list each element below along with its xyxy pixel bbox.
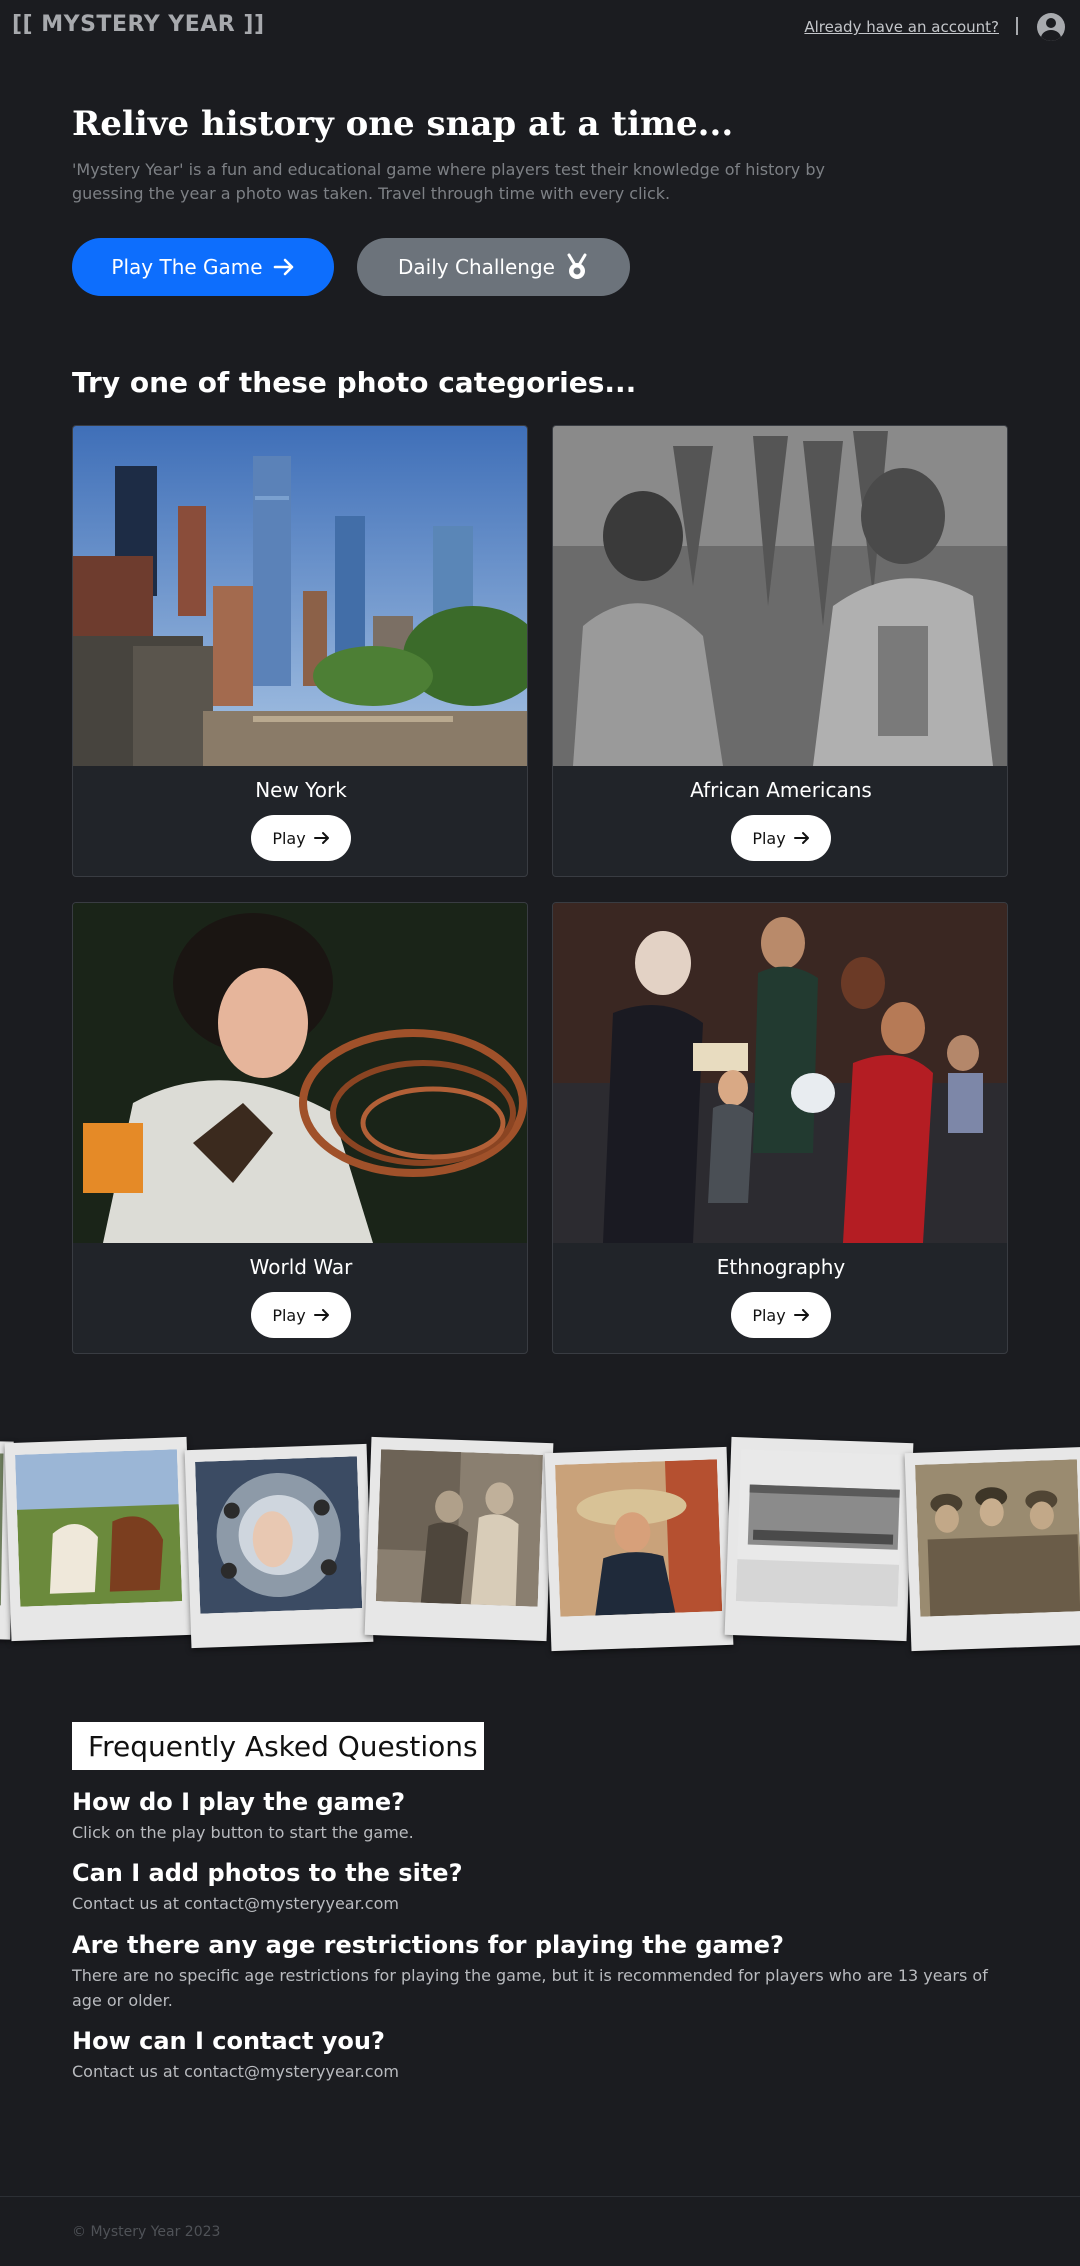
footer-copyright: © Mystery Year 2023 <box>72 2224 221 2240</box>
medal-icon <box>567 253 587 279</box>
faq-answer: Contact us at contact@mysteryyear.com <box>72 2062 399 2081</box>
arrow-right-icon <box>793 832 809 844</box>
faq-answer: Click on the play button to start the ga… <box>72 1823 414 1842</box>
category-card-african-americans[interactable]: African Americans Play <box>552 425 1008 877</box>
header-divider <box>1016 17 1018 35</box>
category-card-new-york[interactable]: New York Play <box>72 425 528 877</box>
page: [[ MYSTERY YEAR ]] Already have an accou… <box>0 0 1080 2266</box>
play-button[interactable]: Play <box>251 1292 351 1338</box>
play-button[interactable]: Play <box>731 815 831 861</box>
daily-challenge-label: Daily Challenge <box>398 255 555 279</box>
engine-photo <box>195 1456 363 1614</box>
faq-question: How do I play the game? <box>72 1788 406 1816</box>
play-game-button[interactable]: Play The Game <box>72 238 334 296</box>
african-americans-image[interactable] <box>553 426 1007 766</box>
horses-photo <box>15 1449 183 1607</box>
play-label: Play <box>752 1305 786 1325</box>
play-button[interactable]: Play <box>731 1292 831 1338</box>
category-name: African Americans <box>690 778 872 802</box>
main-street-photo <box>735 1449 903 1607</box>
category-name: World War <box>249 1255 353 1279</box>
category-name: Ethnography <box>716 1255 846 1279</box>
hero-title: Relive history one snap at a time... <box>72 104 734 144</box>
user-circle-icon[interactable] <box>1037 13 1065 41</box>
footer-divider <box>0 2196 1080 2197</box>
arrow-right-icon <box>313 1309 329 1321</box>
polaroid-photo <box>364 1436 554 1642</box>
faq-answer: Contact us at contact@mysteryyear.com <box>72 1894 399 1913</box>
polaroid-photo <box>4 1436 194 1642</box>
street-people-photo <box>375 1449 543 1607</box>
login-link[interactable]: Already have an account? <box>804 18 999 36</box>
polaroid-photo <box>724 1436 914 1642</box>
faq-question: Can I add photos to the site? <box>72 1859 463 1887</box>
polaroid-photo <box>184 1443 374 1649</box>
faq-title-text: Frequently Asked Questions <box>88 1729 478 1763</box>
play-game-label: Play The Game <box>111 255 263 279</box>
play-label: Play <box>752 828 786 848</box>
faq-title: Frequently Asked Questions <box>72 1722 484 1770</box>
play-button[interactable]: Play <box>251 815 351 861</box>
play-label: Play <box>272 828 306 848</box>
category-name: New York <box>255 778 347 802</box>
play-label: Play <box>272 1305 306 1325</box>
arrow-right-icon <box>273 258 293 276</box>
faq-question: How can I contact you? <box>72 2027 385 2055</box>
polaroid-photo <box>544 1446 734 1652</box>
category-card-ethnography[interactable]: Ethnography Play <box>552 902 1008 1354</box>
ethnography-image[interactable] <box>553 903 1007 1243</box>
boys-group-photo <box>915 1459 1080 1617</box>
polaroid-photo <box>904 1446 1080 1652</box>
new-york-image[interactable] <box>73 426 527 766</box>
arrow-right-icon <box>313 832 329 844</box>
categories-heading: Try one of these photo categories... <box>72 366 637 399</box>
world-war-image[interactable] <box>73 903 527 1243</box>
category-card-world-war[interactable]: World War Play <box>72 902 528 1354</box>
site-logo[interactable]: [[ MYSTERY YEAR ]] <box>12 12 265 37</box>
arrow-right-icon <box>793 1309 809 1321</box>
hero-subtitle: 'Mystery Year' is a fun and educational … <box>72 160 825 203</box>
faq-question: Are there any age restrictions for playi… <box>72 1931 784 1959</box>
daily-challenge-button[interactable]: Daily Challenge <box>357 238 630 296</box>
boy-sombrero-photo <box>555 1459 723 1617</box>
faq-answer: There are no specific age restrictions f… <box>72 1966 988 2010</box>
